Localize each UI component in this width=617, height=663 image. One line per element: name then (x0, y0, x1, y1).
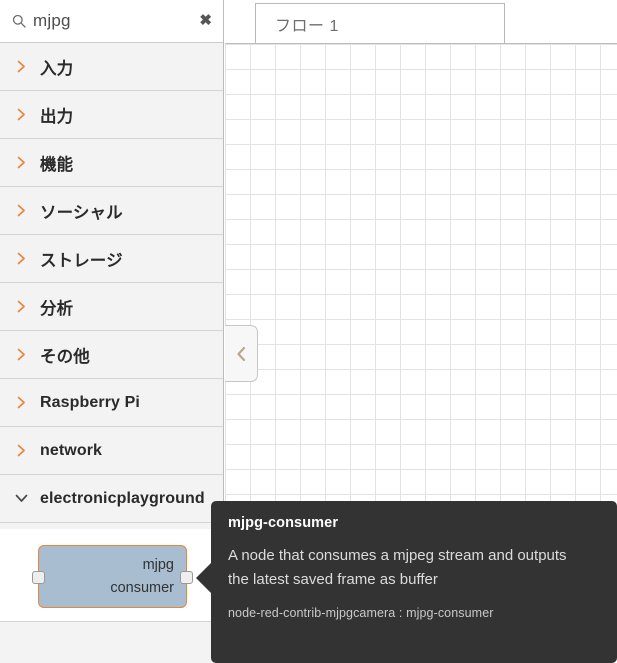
palette-search-box[interactable]: mjpg ✖ (0, 0, 223, 43)
chevron-down-icon (14, 494, 28, 503)
tooltip-title: mjpg-consumer (228, 515, 339, 531)
palette-category-network[interactable]: network (0, 427, 223, 475)
chevron-right-icon (14, 348, 28, 361)
palette-category-list: 入力 出力 機能 ソーシャル ストレージ 分析 その他 Raspberry Pi… (0, 43, 223, 523)
node-palette: mjpg ✖ 入力 出力 機能 ソーシャル ストレージ 分析 その他 Raspb… (0, 0, 224, 663)
clear-search-icon[interactable]: ✖ (197, 13, 214, 28)
chevron-left-icon (236, 346, 247, 362)
palette-category-label: electronicplayground (40, 489, 205, 507)
palette-node-tray: mjpg consumer (0, 529, 223, 622)
palette-category-electronicplayground[interactable]: electronicplayground (0, 475, 223, 523)
palette-category-label: ソーシャル (40, 203, 123, 222)
node-input-port[interactable] (32, 571, 45, 584)
palette-category-social[interactable]: ソーシャル (0, 187, 223, 235)
search-input[interactable]: mjpg (33, 11, 197, 31)
chevron-right-icon (14, 108, 28, 121)
palette-category-storage[interactable]: ストレージ (0, 235, 223, 283)
flow-tab-bar: フロー 1 (225, 0, 617, 44)
tooltip-description: A node that consumes a mjpeg stream and … (228, 547, 567, 588)
tooltip-module: node-red-contrib-mjpgcamera : mjpg-consu… (228, 606, 494, 620)
chevron-right-icon (14, 204, 28, 217)
palette-category-label: ストレージ (40, 251, 123, 270)
tab-flow-1[interactable]: フロー 1 (255, 3, 505, 44)
palette-category-output[interactable]: 出力 (0, 91, 223, 139)
chevron-right-icon (14, 444, 28, 457)
tab-label: フロー 1 (275, 18, 339, 35)
palette-category-input[interactable]: 入力 (0, 43, 223, 91)
chevron-right-icon (14, 252, 28, 265)
palette-category-function[interactable]: 機能 (0, 139, 223, 187)
palette-category-label: network (40, 441, 103, 459)
palette-category-advanced[interactable]: その他 (0, 331, 223, 379)
palette-node-label: mjpg consumer (64, 554, 174, 600)
palette-node-mjpg-consumer[interactable]: mjpg consumer (32, 545, 193, 608)
node-output-port[interactable] (180, 571, 193, 584)
palette-category-label: 出力 (40, 107, 74, 126)
palette-category-label: 分析 (40, 299, 74, 318)
palette-category-label: 機能 (40, 155, 74, 174)
tooltip-arrow (196, 562, 212, 594)
chevron-right-icon (14, 300, 28, 313)
palette-category-label: Raspberry Pi (40, 393, 140, 411)
palette-node-label-line1: mjpg (142, 557, 174, 573)
palette-category-label: その他 (40, 347, 90, 366)
chevron-right-icon (14, 156, 28, 169)
node-help-tooltip: mjpg-consumer A node that consumes a mjp… (211, 501, 617, 663)
search-icon (12, 14, 26, 28)
chevron-right-icon (14, 60, 28, 73)
palette-category-analysis[interactable]: 分析 (0, 283, 223, 331)
palette-node-label-line2: consumer (110, 580, 174, 596)
palette-collapse-handle[interactable] (225, 325, 258, 382)
palette-category-label: 入力 (40, 59, 74, 78)
palette-footer (0, 622, 223, 663)
palette-category-raspberry-pi[interactable]: Raspberry Pi (0, 379, 223, 427)
chevron-right-icon (14, 396, 28, 409)
